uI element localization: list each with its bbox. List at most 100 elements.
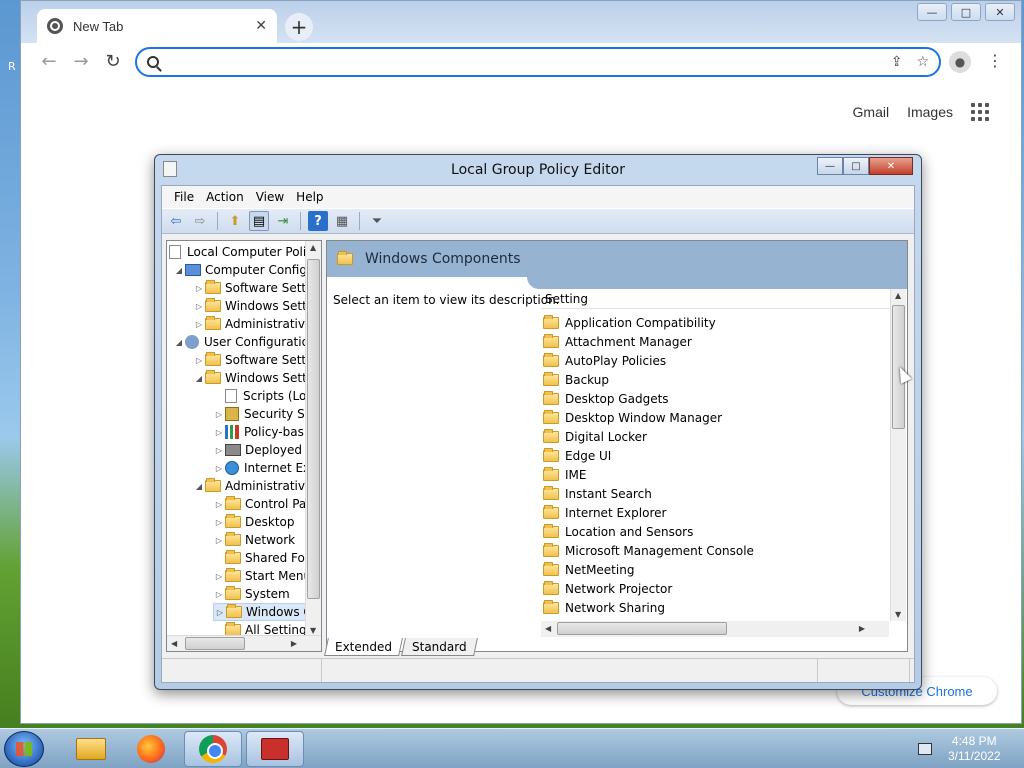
- menu-file[interactable]: File: [168, 190, 200, 204]
- list-horizontal-scrollbar[interactable]: ◀ ▶: [541, 621, 889, 637]
- list-hscroll-thumb[interactable]: [557, 622, 727, 635]
- policy-tree[interactable]: Local Computer Polic ◢ Computer Config ▷ S…: [166, 240, 322, 652]
- list-item[interactable]: Internet Explorer: [543, 503, 889, 522]
- gpedit-minimize-button[interactable]: —: [817, 157, 843, 175]
- tree-item[interactable]: ▷ Internet Ex: [213, 459, 310, 477]
- taskbar-firefox[interactable]: [122, 731, 180, 767]
- list-vertical-scrollbar[interactable]: ▲ ▼: [890, 289, 906, 621]
- tab-extended[interactable]: Extended: [324, 638, 403, 656]
- tree-item[interactable]: ◢ User Configuratio: [173, 333, 309, 351]
- gmail-link[interactable]: Gmail: [853, 104, 890, 120]
- tree-item[interactable]: ▷ Windows Sett: [193, 297, 307, 315]
- address-input[interactable]: [167, 54, 883, 70]
- expand-arrow-icon[interactable]: ▷: [213, 410, 225, 419]
- list-item[interactable]: Edge UI: [543, 446, 889, 465]
- show-hide-tree-icon[interactable]: ▤: [249, 211, 269, 231]
- minimize-button[interactable]: —: [917, 3, 947, 21]
- list-item[interactable]: Instant Search: [543, 484, 889, 503]
- tree-item[interactable]: ▷ Network: [213, 531, 295, 549]
- menu-help[interactable]: Help: [290, 190, 329, 204]
- network-icon[interactable]: [918, 743, 932, 755]
- tree-item[interactable]: ◢ Administrativ: [193, 477, 305, 495]
- start-button[interactable]: [4, 731, 44, 767]
- expand-arrow-icon[interactable]: ▷: [193, 356, 205, 365]
- scroll-down-icon[interactable]: ▼: [895, 610, 901, 619]
- list-item[interactable]: Network Sharing: [543, 598, 889, 617]
- tree-hscroll-thumb[interactable]: [185, 637, 245, 650]
- tree-item-selected[interactable]: ▷ Windows C: [213, 603, 313, 621]
- expand-arrow-icon[interactable]: ▷: [213, 518, 225, 527]
- taskbar-chrome[interactable]: [184, 731, 242, 767]
- expand-arrow-icon[interactable]: ▷: [213, 428, 225, 437]
- gpedit-titlebar[interactable]: Local Group Policy Editor — □ ✕: [155, 155, 921, 185]
- scroll-left-icon[interactable]: ◀: [171, 639, 177, 648]
- scroll-up-icon[interactable]: ▲: [895, 291, 901, 300]
- tree-horizontal-scrollbar[interactable]: ◀ ▶: [167, 635, 321, 651]
- tree-item[interactable]: ▷ Software Setti: [193, 279, 309, 297]
- expand-arrow-icon[interactable]: ▷: [213, 572, 225, 581]
- close-window-button[interactable]: ✕: [985, 3, 1015, 21]
- list-item[interactable]: Desktop Window Manager: [543, 408, 889, 427]
- expand-arrow-icon[interactable]: ▷: [213, 590, 225, 599]
- tree-item[interactable]: Scripts (Lo: [225, 387, 306, 405]
- expand-arrow-icon[interactable]: ▷: [193, 302, 205, 311]
- collapse-arrow-icon[interactable]: ◢: [193, 482, 205, 491]
- tree-item[interactable]: Local Computer Polic: [169, 243, 313, 261]
- tree-item[interactable]: ◢ Computer Config: [173, 261, 307, 279]
- images-link[interactable]: Images: [907, 104, 953, 120]
- profile-avatar[interactable]: ●: [949, 51, 971, 73]
- help-icon[interactable]: ?: [308, 211, 328, 231]
- tab-new-tab[interactable]: New Tab ✕: [37, 9, 277, 43]
- tree-item[interactable]: ▷ Desktop: [213, 513, 295, 531]
- list-item[interactable]: Microsoft Management Console: [543, 541, 889, 560]
- expand-arrow-icon[interactable]: ▷: [213, 536, 225, 545]
- scroll-right-icon[interactable]: ▶: [291, 639, 297, 648]
- expand-arrow-icon[interactable]: ▷: [193, 320, 205, 329]
- tree-scroll-thumb[interactable]: [307, 259, 320, 599]
- tree-vertical-scrollbar[interactable]: ▲ ▼: [305, 241, 321, 637]
- expand-arrow-icon[interactable]: ▷: [214, 608, 226, 617]
- collapse-arrow-icon[interactable]: ◢: [173, 266, 185, 275]
- menu-view[interactable]: View: [250, 190, 290, 204]
- gpedit-close-button[interactable]: ✕: [869, 157, 913, 175]
- up-folder-icon[interactable]: ⬆: [225, 211, 245, 231]
- tree-item[interactable]: ◢ Windows Sett: [193, 369, 307, 387]
- collapse-arrow-icon[interactable]: ◢: [193, 374, 205, 383]
- back-button[interactable]: ←: [37, 51, 61, 72]
- tab-close-icon[interactable]: ✕: [255, 18, 267, 34]
- list-item[interactable]: IME: [543, 465, 889, 484]
- properties-icon[interactable]: ▦: [332, 211, 352, 231]
- tree-item[interactable]: ▷ Deployed: [213, 441, 302, 459]
- list-item[interactable]: Location and Sensors: [543, 522, 889, 541]
- tree-item[interactable]: ▷ Control Pa: [213, 495, 306, 513]
- list-item[interactable]: Attachment Manager: [543, 332, 889, 351]
- expand-arrow-icon[interactable]: ▷: [213, 464, 225, 473]
- share-icon[interactable]: ⇪: [891, 54, 903, 70]
- chrome-menu-icon[interactable]: ⋮: [987, 51, 1003, 70]
- reload-button[interactable]: ↻: [101, 51, 125, 72]
- tree-item[interactable]: ▷ Administrative: [193, 315, 312, 333]
- maximize-button[interactable]: □: [951, 3, 981, 21]
- expand-arrow-icon[interactable]: ▷: [213, 446, 225, 455]
- tree-item[interactable]: ▷ Start Menu: [213, 567, 311, 585]
- expand-arrow-icon[interactable]: ▷: [213, 500, 225, 509]
- omnibox[interactable]: ⇪ ☆: [135, 47, 941, 77]
- scroll-left-icon[interactable]: ◀: [545, 624, 551, 633]
- column-header-setting[interactable]: Setting: [541, 289, 889, 309]
- tree-item[interactable]: Shared Fol: [225, 549, 308, 567]
- google-apps-icon[interactable]: [971, 103, 989, 121]
- tree-item[interactable]: ▷ Policy-bas: [213, 423, 304, 441]
- filter-icon[interactable]: ⏷: [367, 211, 387, 231]
- list-item[interactable]: AutoPlay Policies: [543, 351, 889, 370]
- new-tab-button[interactable]: +: [285, 13, 313, 41]
- tree-item[interactable]: ▷ Software Setti: [193, 351, 309, 369]
- list-item[interactable]: Backup: [543, 370, 889, 389]
- collapse-arrow-icon[interactable]: ◢: [173, 338, 185, 347]
- tab-standard[interactable]: Standard: [401, 638, 478, 656]
- scroll-up-icon[interactable]: ▲: [310, 243, 316, 252]
- list-item[interactable]: NetMeeting: [543, 560, 889, 579]
- menu-action[interactable]: Action: [200, 190, 250, 204]
- export-list-icon[interactable]: ⇥: [273, 211, 293, 231]
- forward-arrow-icon[interactable]: ⇨: [190, 211, 210, 231]
- tree-item[interactable]: ▷ System: [213, 585, 290, 603]
